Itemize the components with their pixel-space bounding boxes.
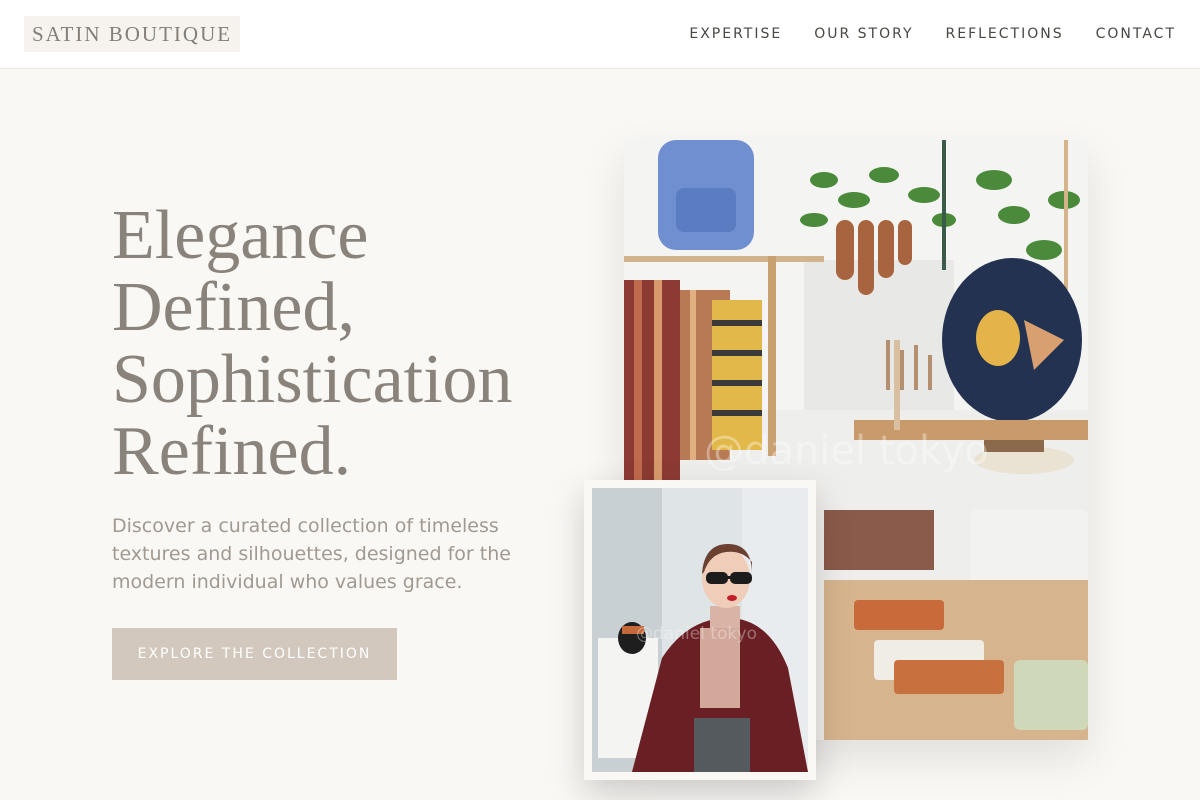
site-header: SATIN BOUTIQUE EXPERTISE OUR STORY REFLE… <box>0 0 1200 69</box>
hero-title: Elegance Defined, Sophistication Refined… <box>112 200 582 488</box>
image-watermark: @daniel tokyo <box>704 428 989 474</box>
fashion-model-photo-frame: @daniel tokyo <box>584 480 816 780</box>
image-watermark: @daniel tokyo <box>636 624 758 644</box>
hero-title-line: Elegance <box>112 197 369 274</box>
main-nav: EXPERTISE OUR STORY REFLECTIONS CONTACT <box>689 0 1176 68</box>
nav-link-expertise[interactable]: EXPERTISE <box>689 26 782 42</box>
nav-link-reflections[interactable]: REFLECTIONS <box>946 26 1064 42</box>
hero-subtitle: Discover a curated collection of timeles… <box>112 515 511 593</box>
nav-link-our-story[interactable]: OUR STORY <box>814 26 913 42</box>
explore-collection-button[interactable]: EXPLORE THE COLLECTION <box>112 628 397 680</box>
brand-logo[interactable]: SATIN BOUTIQUE <box>24 16 241 52</box>
hero-title-line: Sophistication <box>112 341 513 418</box>
hero-title-line: Refined. <box>112 413 352 490</box>
hero-title-line: Defined, <box>112 269 355 346</box>
nav-link-contact[interactable]: CONTACT <box>1096 26 1176 42</box>
